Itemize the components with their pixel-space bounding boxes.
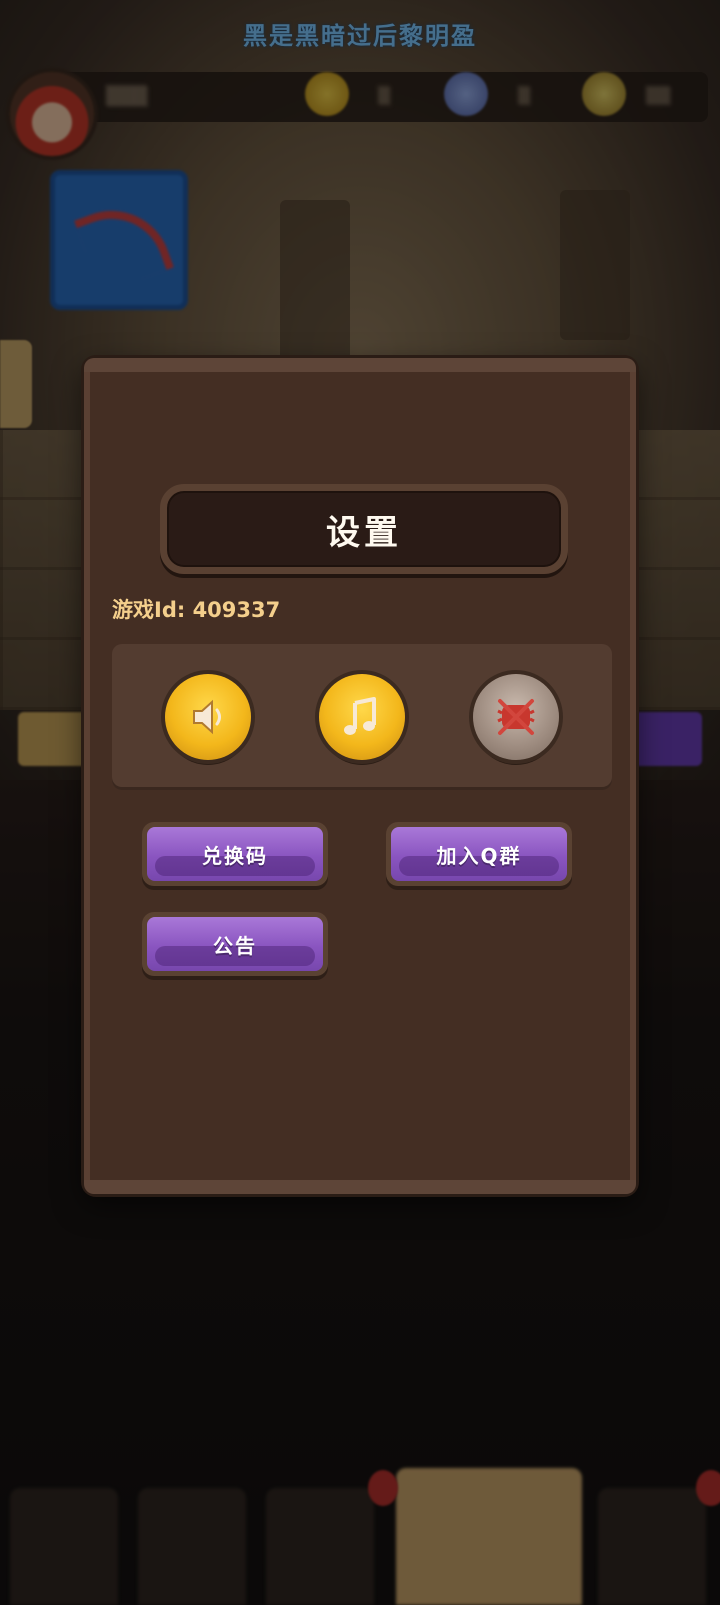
redeem-code-label: 兑换码 [202, 843, 268, 868]
announcement-label: 公告 [213, 933, 257, 958]
join-qq-group-button[interactable]: 加入Q群 [386, 822, 572, 886]
vibration-toggle-button[interactable] [473, 674, 559, 760]
announcement-button[interactable]: 公告 [142, 912, 328, 976]
game-id-label: 游戏Id: [112, 598, 186, 622]
music-toggle-button[interactable] [319, 674, 405, 760]
game-id-row: 游戏Id: 409337 [112, 594, 280, 624]
toggle-panel [112, 644, 612, 790]
music-note-icon [344, 697, 376, 735]
game-id-value: 409337 [192, 598, 281, 622]
dialog-title-plate: 设置 [160, 484, 568, 574]
settings-dialog: 设置 游戏Id: 409337 兑换码 加入Q群 公告 [84, 358, 636, 1194]
dialog-title: 设置 [326, 512, 402, 553]
redeem-code-button[interactable]: 兑换码 [142, 822, 328, 886]
speaker-icon [193, 699, 221, 735]
sound-toggle-button[interactable] [165, 674, 251, 760]
vibration-off-icon [497, 699, 535, 735]
join-qq-group-label: 加入Q群 [436, 843, 522, 868]
